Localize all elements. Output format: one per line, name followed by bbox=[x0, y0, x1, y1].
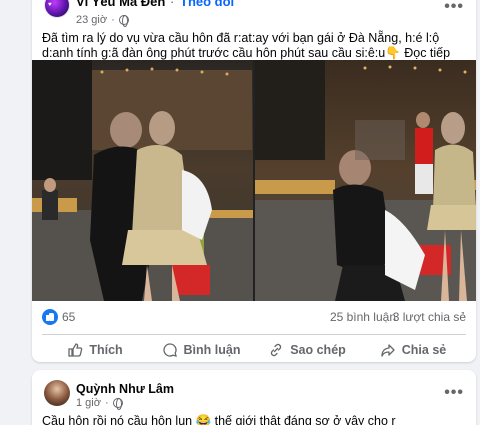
action-bar: Thích Bình luận Sao chép Chia sẻ bbox=[42, 339, 466, 361]
thumbs-up-icon bbox=[68, 343, 83, 357]
post-card: Quỳnh Như Lâm 1 giờ · ••• Cầu hôn rồi nó… bbox=[32, 370, 476, 425]
separator: · bbox=[111, 14, 115, 26]
comment-label: Bình luận bbox=[183, 343, 241, 357]
author-name[interactable]: Quỳnh Như Lâm bbox=[76, 382, 174, 396]
page-avatar[interactable]: ♥ bbox=[44, 0, 70, 18]
author-avatar[interactable] bbox=[44, 380, 70, 406]
post-time[interactable]: 1 giờ bbox=[76, 397, 101, 409]
post-meta: 23 giờ · bbox=[76, 14, 129, 27]
share-count[interactable]: 3 lượt chia sẻ bbox=[393, 310, 466, 324]
post-header: ♥ Vì Yêu Mà Đến · Theo dõi 23 giờ · ••• bbox=[32, 0, 476, 29]
separator: · bbox=[170, 0, 175, 9]
like-reaction-icon[interactable] bbox=[42, 309, 58, 325]
divider bbox=[42, 334, 466, 335]
photo-left-image bbox=[32, 60, 253, 301]
reactions-bar: 65 25 bình luận 3 lượt chia sẻ bbox=[42, 308, 466, 326]
post-media[interactable] bbox=[32, 60, 476, 301]
comment-count[interactable]: 25 bình luận bbox=[330, 310, 396, 324]
post-time[interactable]: 23 giờ bbox=[76, 14, 107, 26]
follow-button[interactable]: Theo dõi bbox=[180, 0, 234, 9]
avatar-logo-text: ♥ bbox=[48, 2, 52, 8]
like-button[interactable]: Thích bbox=[42, 339, 148, 361]
photo-right-image bbox=[255, 60, 476, 301]
post-card: ♥ Vì Yêu Mà Đến · Theo dõi 23 giờ · ••• … bbox=[32, 0, 476, 362]
more-options-icon[interactable]: ••• bbox=[444, 0, 464, 16]
photo-left[interactable] bbox=[32, 60, 253, 301]
globe-icon bbox=[118, 15, 129, 27]
globe-icon bbox=[112, 398, 123, 410]
share-icon bbox=[381, 344, 395, 357]
share-button[interactable]: Chia sẻ bbox=[360, 339, 466, 361]
post-meta: 1 giờ · bbox=[76, 397, 123, 410]
like-label: Thích bbox=[89, 343, 123, 357]
photo-right[interactable] bbox=[255, 60, 476, 301]
post-text: Cầu hôn rồi nó cầu hôn lun 😂 thế giới th… bbox=[42, 414, 396, 425]
copy-label: Sao chép bbox=[290, 343, 346, 357]
comment-icon bbox=[162, 343, 177, 357]
more-options-icon[interactable]: ••• bbox=[444, 384, 464, 402]
share-label: Chia sẻ bbox=[401, 343, 447, 357]
copy-button[interactable]: Sao chép bbox=[254, 339, 360, 361]
reaction-count[interactable]: 65 bbox=[62, 310, 75, 324]
link-icon bbox=[271, 343, 282, 357]
page-name[interactable]: Vì Yêu Mà Đến bbox=[76, 0, 165, 9]
comment-button[interactable]: Bình luận bbox=[148, 339, 254, 361]
separator: · bbox=[104, 397, 109, 409]
